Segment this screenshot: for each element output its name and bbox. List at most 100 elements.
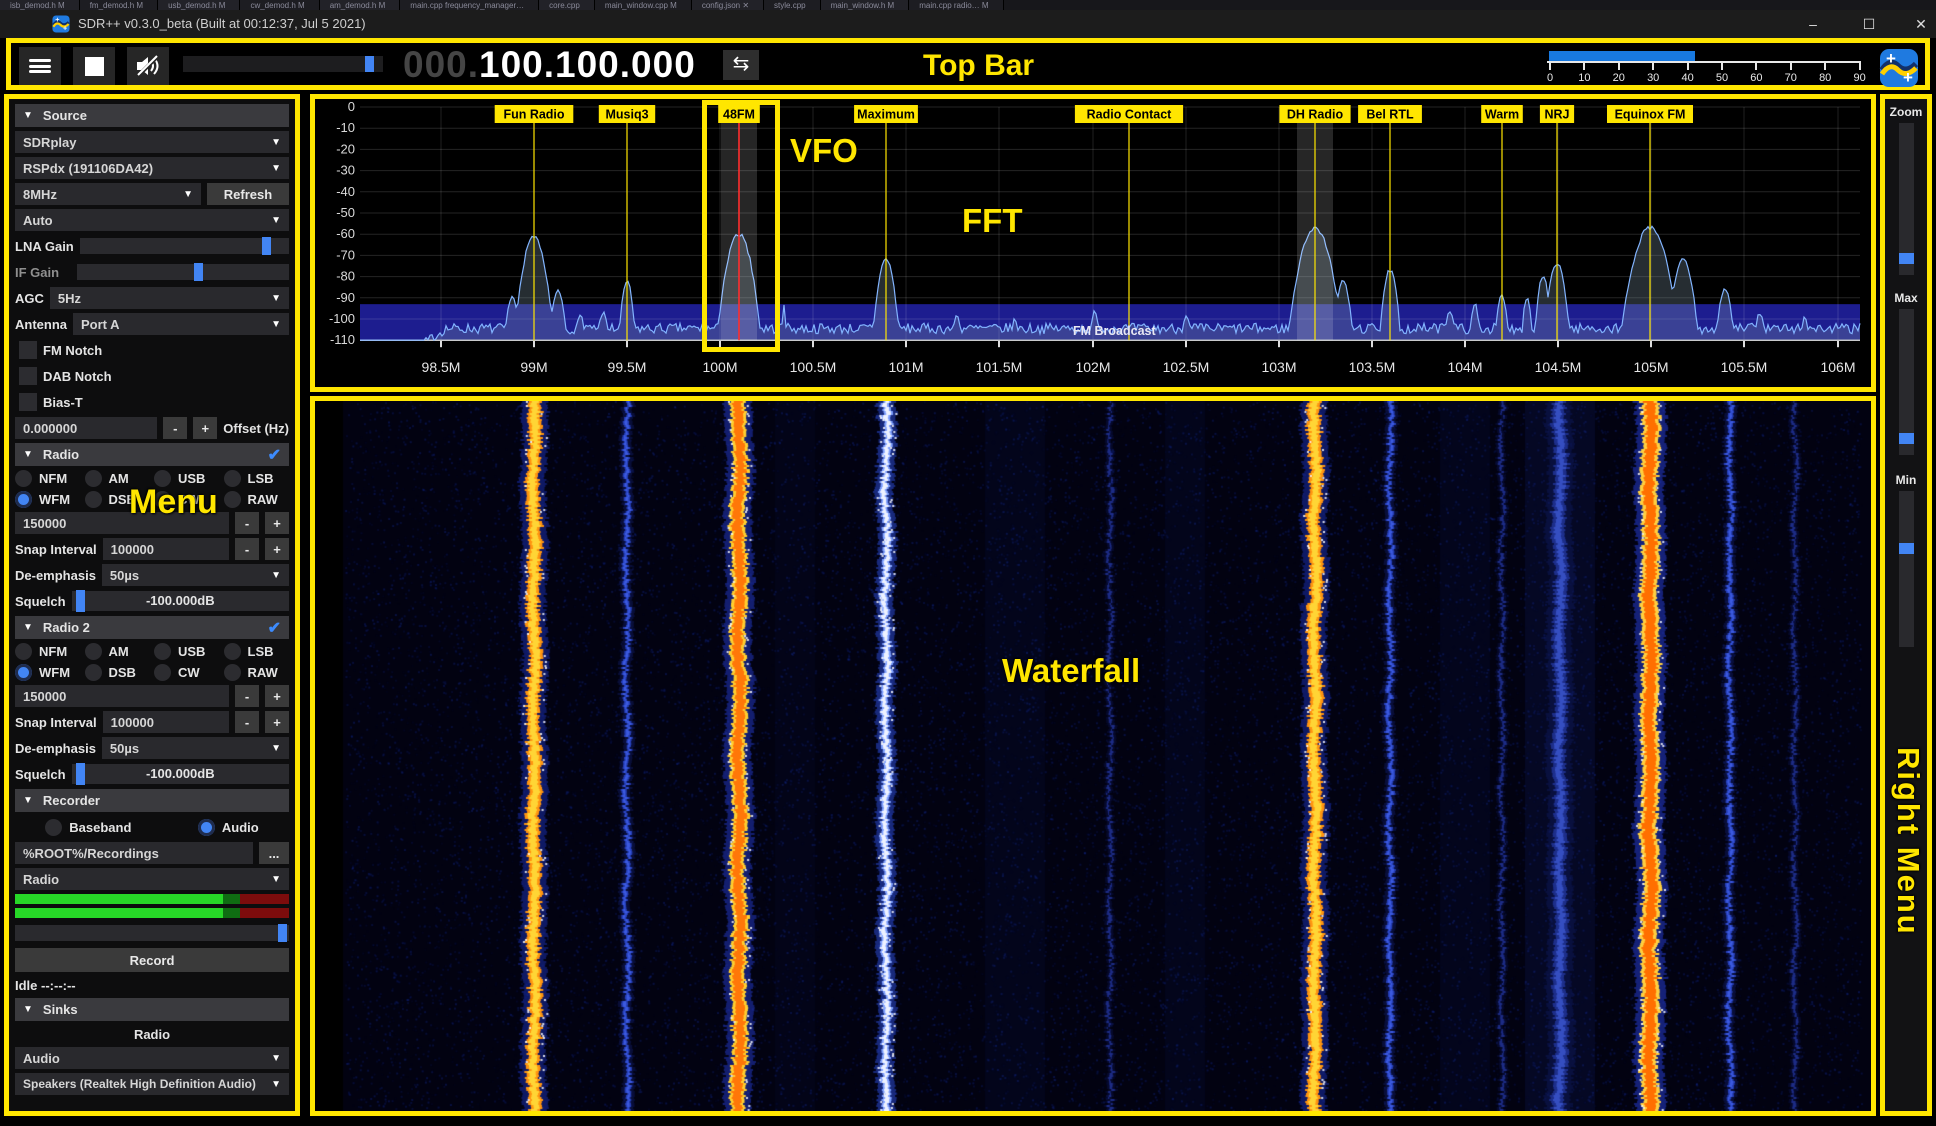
mode2-nfm[interactable]: NFM	[15, 643, 81, 660]
bandwidth-minus-button[interactable]: -	[235, 685, 259, 707]
recording-path-input[interactable]: %ROOT%/Recordings	[15, 842, 253, 864]
menu-toggle-button[interactable]	[19, 47, 61, 85]
bandwidth-plus-button[interactable]: +	[265, 685, 289, 707]
recorder-mode-baseband[interactable]: Baseband	[45, 819, 131, 836]
deemphasis-select[interactable]: 50µs▼	[102, 737, 289, 759]
editor-tab[interactable]: usb_demod.h M	[158, 0, 240, 10]
slider-handle[interactable]	[1899, 433, 1914, 444]
slider-handle[interactable]	[76, 590, 85, 612]
editor-tab-strip[interactable]: isb_demod.h Mfm_demod.h Musb_demod.h Mcw…	[0, 0, 1936, 10]
fft-height-slider[interactable]: 0102030405060708090	[1547, 47, 1863, 89]
enabled-check-icon[interactable]: ✔	[268, 445, 281, 465]
source-device-select[interactable]: RSPdx (191106DA42)▼	[15, 157, 289, 179]
bandwidth-minus-button[interactable]: -	[235, 512, 259, 534]
squelch-slider[interactable]: -100.000dB	[72, 764, 289, 784]
mode-raw[interactable]: RAW	[224, 491, 290, 508]
station-label[interactable]: Maximum	[857, 108, 915, 122]
min-slider[interactable]	[1899, 491, 1914, 647]
editor-tab[interactable]: config.json ✕	[692, 0, 764, 10]
section-header-source[interactable]: ▼ Source	[15, 104, 289, 127]
gain-mode-select[interactable]: Auto▼	[15, 209, 289, 231]
if-gain-slider[interactable]	[77, 264, 289, 280]
mode2-lsb[interactable]: LSB	[224, 643, 290, 660]
max-slider[interactable]	[1899, 309, 1914, 455]
minimize-button[interactable]: –	[1790, 10, 1836, 38]
slider-handle[interactable]	[278, 924, 287, 942]
bandwidth-plus-button[interactable]: +	[265, 512, 289, 534]
section-header-sinks[interactable]: ▼ Sinks	[15, 998, 289, 1021]
snap-minus-button[interactable]: -	[235, 711, 259, 733]
enabled-check-icon[interactable]: ✔	[268, 618, 281, 638]
record-button[interactable]: Record	[15, 948, 289, 972]
squelch-slider[interactable]: -100.000dB	[72, 591, 289, 611]
section-header-radio2[interactable]: ▼ Radio 2 ✔	[15, 616, 289, 639]
sink-type-select[interactable]: Audio▼	[15, 1047, 289, 1069]
refresh-button[interactable]: Refresh	[207, 183, 289, 205]
lna-gain-slider[interactable]	[80, 238, 289, 254]
deemphasis-select[interactable]: 50µs▼	[102, 564, 289, 586]
mode-wfm[interactable]: WFM	[15, 491, 81, 508]
station-label[interactable]: DH Radio	[1287, 108, 1344, 122]
snap-minus-button[interactable]: -	[235, 538, 259, 560]
browse-button[interactable]: ...	[259, 842, 289, 864]
editor-tab[interactable]: core.cpp	[539, 0, 595, 10]
snap-plus-button[interactable]: +	[265, 538, 289, 560]
section-header-radio[interactable]: ▼ Radio ✔	[15, 443, 289, 466]
agc-select[interactable]: 5Hz▼	[50, 287, 289, 309]
station-label[interactable]: Warm	[1485, 108, 1519, 122]
editor-tab[interactable]: main.cpp radio… M	[909, 0, 1003, 10]
recorder-mode-audio[interactable]: Audio	[198, 819, 259, 836]
station-label[interactable]: Equinox FM	[1615, 108, 1686, 122]
offset-minus-button[interactable]: -	[163, 417, 187, 439]
editor-tab[interactable]: fm_demod.h M	[80, 0, 158, 10]
mode2-wfm[interactable]: WFM	[15, 664, 81, 681]
dab-notch-checkbox[interactable]	[19, 367, 37, 385]
recorder-volume-slider[interactable]	[15, 925, 289, 941]
mode-nfm[interactable]: NFM	[15, 470, 81, 487]
slider-handle[interactable]	[262, 237, 271, 255]
editor-tab[interactable]: style.cpp	[764, 0, 821, 10]
volume-slider[interactable]	[183, 56, 383, 72]
maximize-button[interactable]: ☐	[1846, 10, 1892, 38]
snap-input[interactable]: 100000	[103, 711, 229, 733]
offset-input[interactable]: 0.000000	[15, 417, 157, 439]
frequency-display[interactable]: 000.100.100.000	[403, 44, 696, 86]
waterfall-display[interactable]	[315, 401, 1871, 1111]
bias-t-checkbox[interactable]	[19, 393, 37, 411]
offset-plus-button[interactable]: +	[193, 417, 217, 439]
close-button[interactable]: ✕	[1898, 10, 1936, 38]
station-label[interactable]: NRJ	[1544, 108, 1569, 122]
editor-tab[interactable]: am_demod.h M	[320, 0, 401, 10]
mode2-usb[interactable]: USB	[154, 643, 220, 660]
fft-display[interactable]: 0-10-20-30-40-50-60-70-80-90-100-11098.5…	[315, 99, 1871, 387]
editor-tab[interactable]: main.cpp frequency_manager…	[400, 0, 539, 10]
editor-tab[interactable]: cw_demod.h M	[240, 0, 319, 10]
station-label[interactable]: Bel RTL	[1366, 108, 1414, 122]
zoom-slider[interactable]	[1899, 123, 1914, 275]
station-label[interactable]: Fun Radio	[503, 108, 564, 122]
snap-input[interactable]: 100000	[103, 538, 229, 560]
fm-notch-checkbox[interactable]	[19, 341, 37, 359]
snap-plus-button[interactable]: +	[265, 711, 289, 733]
editor-tab[interactable]: isb_demod.h M	[0, 0, 80, 10]
editor-tab[interactable]: main_window.cpp M	[595, 0, 692, 10]
section-header-recorder[interactable]: ▼ Recorder	[15, 789, 289, 812]
mode2-cw[interactable]: CW	[154, 664, 220, 681]
mode2-raw[interactable]: RAW	[224, 664, 290, 681]
antenna-select[interactable]: Port A▼	[73, 313, 289, 335]
sink-device-select[interactable]: Speakers (Realtek High Definition Audio)…	[15, 1073, 289, 1095]
slider-handle[interactable]	[1899, 543, 1914, 554]
mode-lsb[interactable]: LSB	[224, 470, 290, 487]
swap-vfo-button[interactable]: ⇆	[723, 50, 759, 80]
slider-handle[interactable]	[194, 263, 203, 281]
bandwidth-select[interactable]: 8MHz▼	[15, 183, 201, 205]
radio2-bandwidth-input[interactable]: 150000	[15, 685, 229, 707]
source-driver-select[interactable]: SDRplay▼	[15, 131, 289, 153]
mode2-dsb[interactable]: DSB	[85, 664, 151, 681]
recorder-stream-select[interactable]: Radio▼	[15, 868, 289, 890]
volume-slider-handle[interactable]	[365, 56, 374, 72]
stop-button[interactable]	[73, 47, 115, 85]
mode2-am[interactable]: AM	[85, 643, 151, 660]
mute-button[interactable]	[127, 47, 169, 85]
editor-tab[interactable]: main_window.h M	[821, 0, 910, 10]
